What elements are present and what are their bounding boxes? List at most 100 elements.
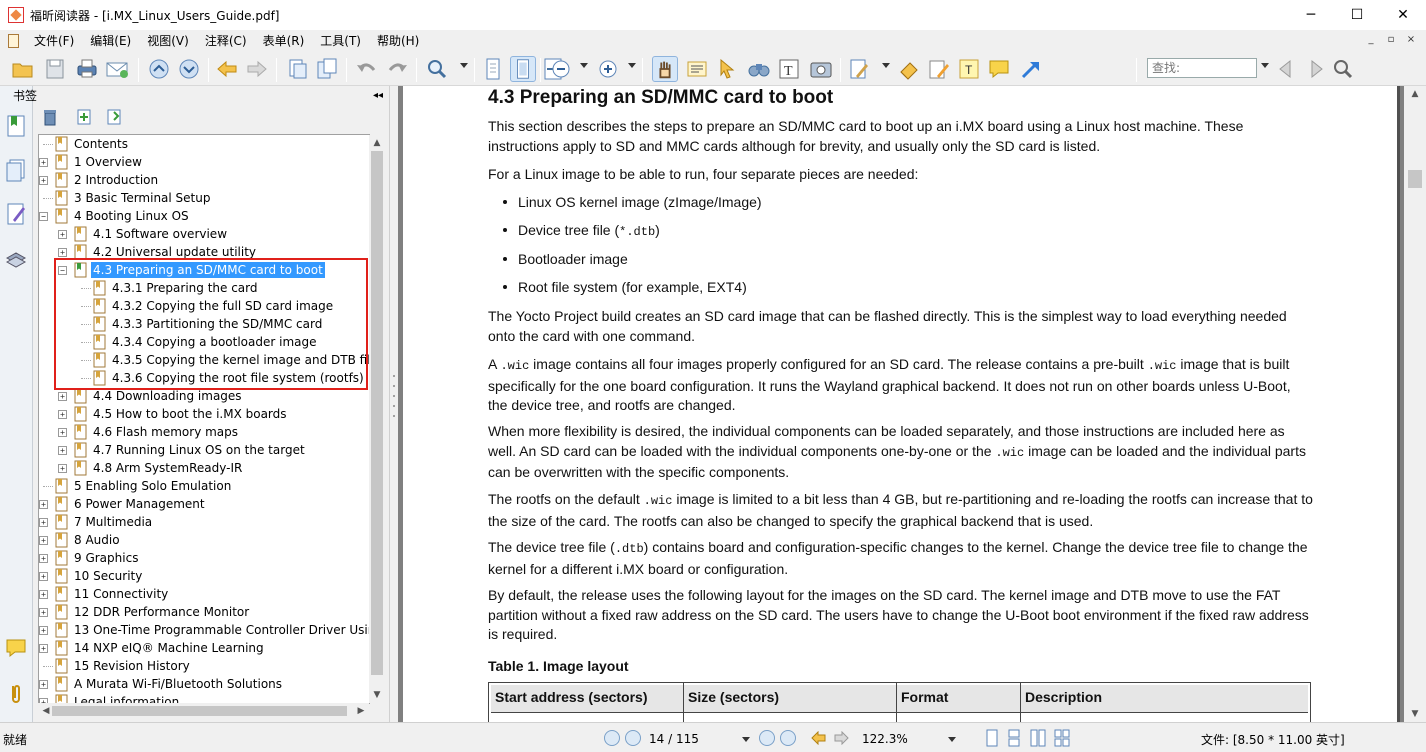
pages-panel-icon[interactable] xyxy=(5,158,27,182)
close-button[interactable]: ✕ xyxy=(1380,0,1426,30)
typewriter-icon[interactable]: T xyxy=(776,56,802,82)
bookmark-item[interactable]: 4.3.5 Copying the kernel image and DTB f… xyxy=(39,351,369,369)
bookmark-item[interactable]: Contents xyxy=(39,135,369,153)
last-page-button[interactable] xyxy=(780,730,796,746)
bookmark-item[interactable]: − 4 Booting Linux OS xyxy=(39,207,369,225)
menu-help[interactable]: 帮助(H) xyxy=(369,30,427,52)
expand-toggle[interactable]: + xyxy=(58,410,67,419)
single-page-view-icon[interactable] xyxy=(984,729,1000,747)
expand-toggle[interactable]: + xyxy=(58,446,67,455)
bookmark-label[interactable]: 4.3.1 Preparing the card xyxy=(110,280,260,296)
back-arrow-icon[interactable] xyxy=(214,56,240,82)
bookmark-item[interactable]: +4.5 How to boot the i.MX boards xyxy=(39,405,369,423)
bookmark-label[interactable]: 4 Booting Linux OS xyxy=(72,208,191,224)
bookmark-item[interactable]: +4.6 Flash memory maps xyxy=(39,423,369,441)
scroll-thumb[interactable] xyxy=(371,151,383,675)
scroll-down-arrow[interactable]: ▼ xyxy=(369,687,385,703)
collapse-toggle[interactable]: − xyxy=(58,266,67,275)
bookmark-label[interactable]: 4.1 Software overview xyxy=(91,226,229,242)
bookmark-label[interactable]: A Murata Wi-Fi/Bluetooth Solutions xyxy=(72,676,284,692)
forward-arrow-icon[interactable] xyxy=(244,56,270,82)
bookmark-item[interactable]: 4.3.3 Partitioning the SD/MMC card xyxy=(39,315,369,333)
arrow-tool-icon[interactable] xyxy=(1018,56,1044,82)
expand-toggle[interactable]: + xyxy=(58,464,67,473)
bookmark-label[interactable]: 14 NXP eIQ® Machine Learning xyxy=(72,640,266,656)
scroll-thumb[interactable] xyxy=(52,706,347,716)
expand-toggle[interactable]: + xyxy=(39,590,48,599)
expand-toggle[interactable]: + xyxy=(58,428,67,437)
bookmark-label[interactable]: 3 Basic Terminal Setup xyxy=(72,190,213,206)
save-icon[interactable] xyxy=(42,56,68,82)
zoom-in-dropdown[interactable] xyxy=(628,63,636,68)
find-previous-icon[interactable] xyxy=(1274,56,1300,82)
search-dropdown[interactable] xyxy=(1261,63,1269,68)
expand-toggle[interactable]: + xyxy=(39,680,48,689)
bookmark-properties-icon[interactable] xyxy=(105,108,123,126)
bookmark-item[interactable]: 5 Enabling Solo Emulation xyxy=(39,477,369,495)
bookmark-item[interactable]: +10 Security xyxy=(39,567,369,585)
eraser-icon[interactable] xyxy=(896,56,922,82)
bookmark-label[interactable]: 4.3.3 Partitioning the SD/MMC card xyxy=(110,316,324,332)
bookmark-label[interactable]: 4.6 Flash memory maps xyxy=(91,424,240,440)
scroll-down-arrow[interactable]: ▼ xyxy=(1407,706,1423,722)
bookmark-item[interactable]: +6 Power Management xyxy=(39,495,369,513)
scroll-up-arrow[interactable]: ▲ xyxy=(369,135,385,151)
bookmark-label[interactable]: 4.3.4 Copying a bootloader image xyxy=(110,334,319,350)
expand-toggle[interactable]: + xyxy=(39,518,48,527)
collapse-panel-button[interactable]: ◂◂ xyxy=(373,87,383,105)
search-input[interactable]: 查找: xyxy=(1147,58,1257,78)
bookmark-label[interactable]: 4.2 Universal update utility xyxy=(91,244,258,260)
bookmark-label[interactable]: 4.3.2 Copying the full SD card image xyxy=(110,298,335,314)
doc-close-button[interactable]: × xyxy=(1404,33,1418,47)
bookmark-item[interactable]: 4.3.4 Copying a bootloader image xyxy=(39,333,369,351)
bookmark-label[interactable]: 15 Revision History xyxy=(72,658,192,674)
forward-view-icon[interactable] xyxy=(834,731,850,745)
bookmark-item[interactable]: − 4.3 Preparing an SD/MMC card to boot xyxy=(39,261,369,279)
layers-panel-icon[interactable] xyxy=(5,246,27,270)
previous-page-button[interactable] xyxy=(625,730,641,746)
delete-bookmark-icon[interactable] xyxy=(41,108,59,126)
email-icon[interactable] xyxy=(104,56,130,82)
menu-form[interactable]: 表单(R) xyxy=(255,30,313,52)
bookmark-label[interactable]: 11 Connectivity xyxy=(72,586,170,602)
undo-icon[interactable] xyxy=(354,56,380,82)
menu-comment[interactable]: 注释(C) xyxy=(197,30,255,52)
bookmark-item[interactable]: +13 One-Time Programmable Controller Dri… xyxy=(39,621,369,639)
attachments-icon[interactable] xyxy=(5,682,27,706)
bookmark-label[interactable]: 5 Enabling Solo Emulation xyxy=(72,478,233,494)
expand-toggle[interactable]: + xyxy=(39,626,48,635)
bookmark-item[interactable]: 3 Basic Terminal Setup xyxy=(39,189,369,207)
bookmark-item[interactable]: +4.7 Running Linux OS on the target xyxy=(39,441,369,459)
bookmark-label[interactable]: 6 Power Management xyxy=(72,496,207,512)
doc-restore-button[interactable]: ▫ xyxy=(1384,33,1398,47)
expand-toggle[interactable]: + xyxy=(39,554,48,563)
expand-toggle[interactable]: + xyxy=(39,644,48,653)
snapshot-icon[interactable] xyxy=(808,56,834,82)
expand-toggle[interactable]: + xyxy=(39,176,48,185)
bookmark-label[interactable]: Contents xyxy=(72,136,130,152)
document-vertical-scrollbar[interactable]: ▲ ▼ xyxy=(1404,86,1426,722)
zoom-in-icon[interactable] xyxy=(595,56,621,82)
select-annotation-icon[interactable] xyxy=(714,56,740,82)
hand-tool-icon[interactable] xyxy=(652,56,678,82)
menu-file[interactable]: 文件(F) xyxy=(26,30,82,52)
expand-toggle[interactable]: + xyxy=(58,392,67,401)
bookmark-item[interactable]: +1 Overview xyxy=(39,153,369,171)
bookmarks-vertical-scrollbar[interactable]: ▲ ▼ xyxy=(369,135,385,703)
splitter-grip-icon[interactable] xyxy=(392,366,396,426)
scroll-up-arrow[interactable]: ▲ xyxy=(1407,86,1423,102)
next-page-button[interactable] xyxy=(759,730,775,746)
bookmark-item[interactable]: +2 Introduction xyxy=(39,171,369,189)
expand-toggle[interactable]: + xyxy=(39,536,48,545)
expand-toggle[interactable]: + xyxy=(58,230,67,239)
extract-pages-icon[interactable] xyxy=(284,56,310,82)
bookmark-label[interactable]: 2 Introduction xyxy=(72,172,160,188)
menu-view[interactable]: 视图(V) xyxy=(139,30,197,52)
bookmark-item[interactable]: 4.3.1 Preparing the card xyxy=(39,279,369,297)
bookmark-item[interactable]: 4.3.6 Copying the root file system (root… xyxy=(39,369,369,387)
bookmark-label[interactable]: 4.5 How to boot the i.MX boards xyxy=(91,406,289,422)
bookmark-item[interactable]: +7 Multimedia xyxy=(39,513,369,531)
first-page-button[interactable] xyxy=(604,730,620,746)
zoom-out-icon[interactable] xyxy=(548,56,574,82)
scroll-thumb[interactable] xyxy=(1408,170,1422,188)
